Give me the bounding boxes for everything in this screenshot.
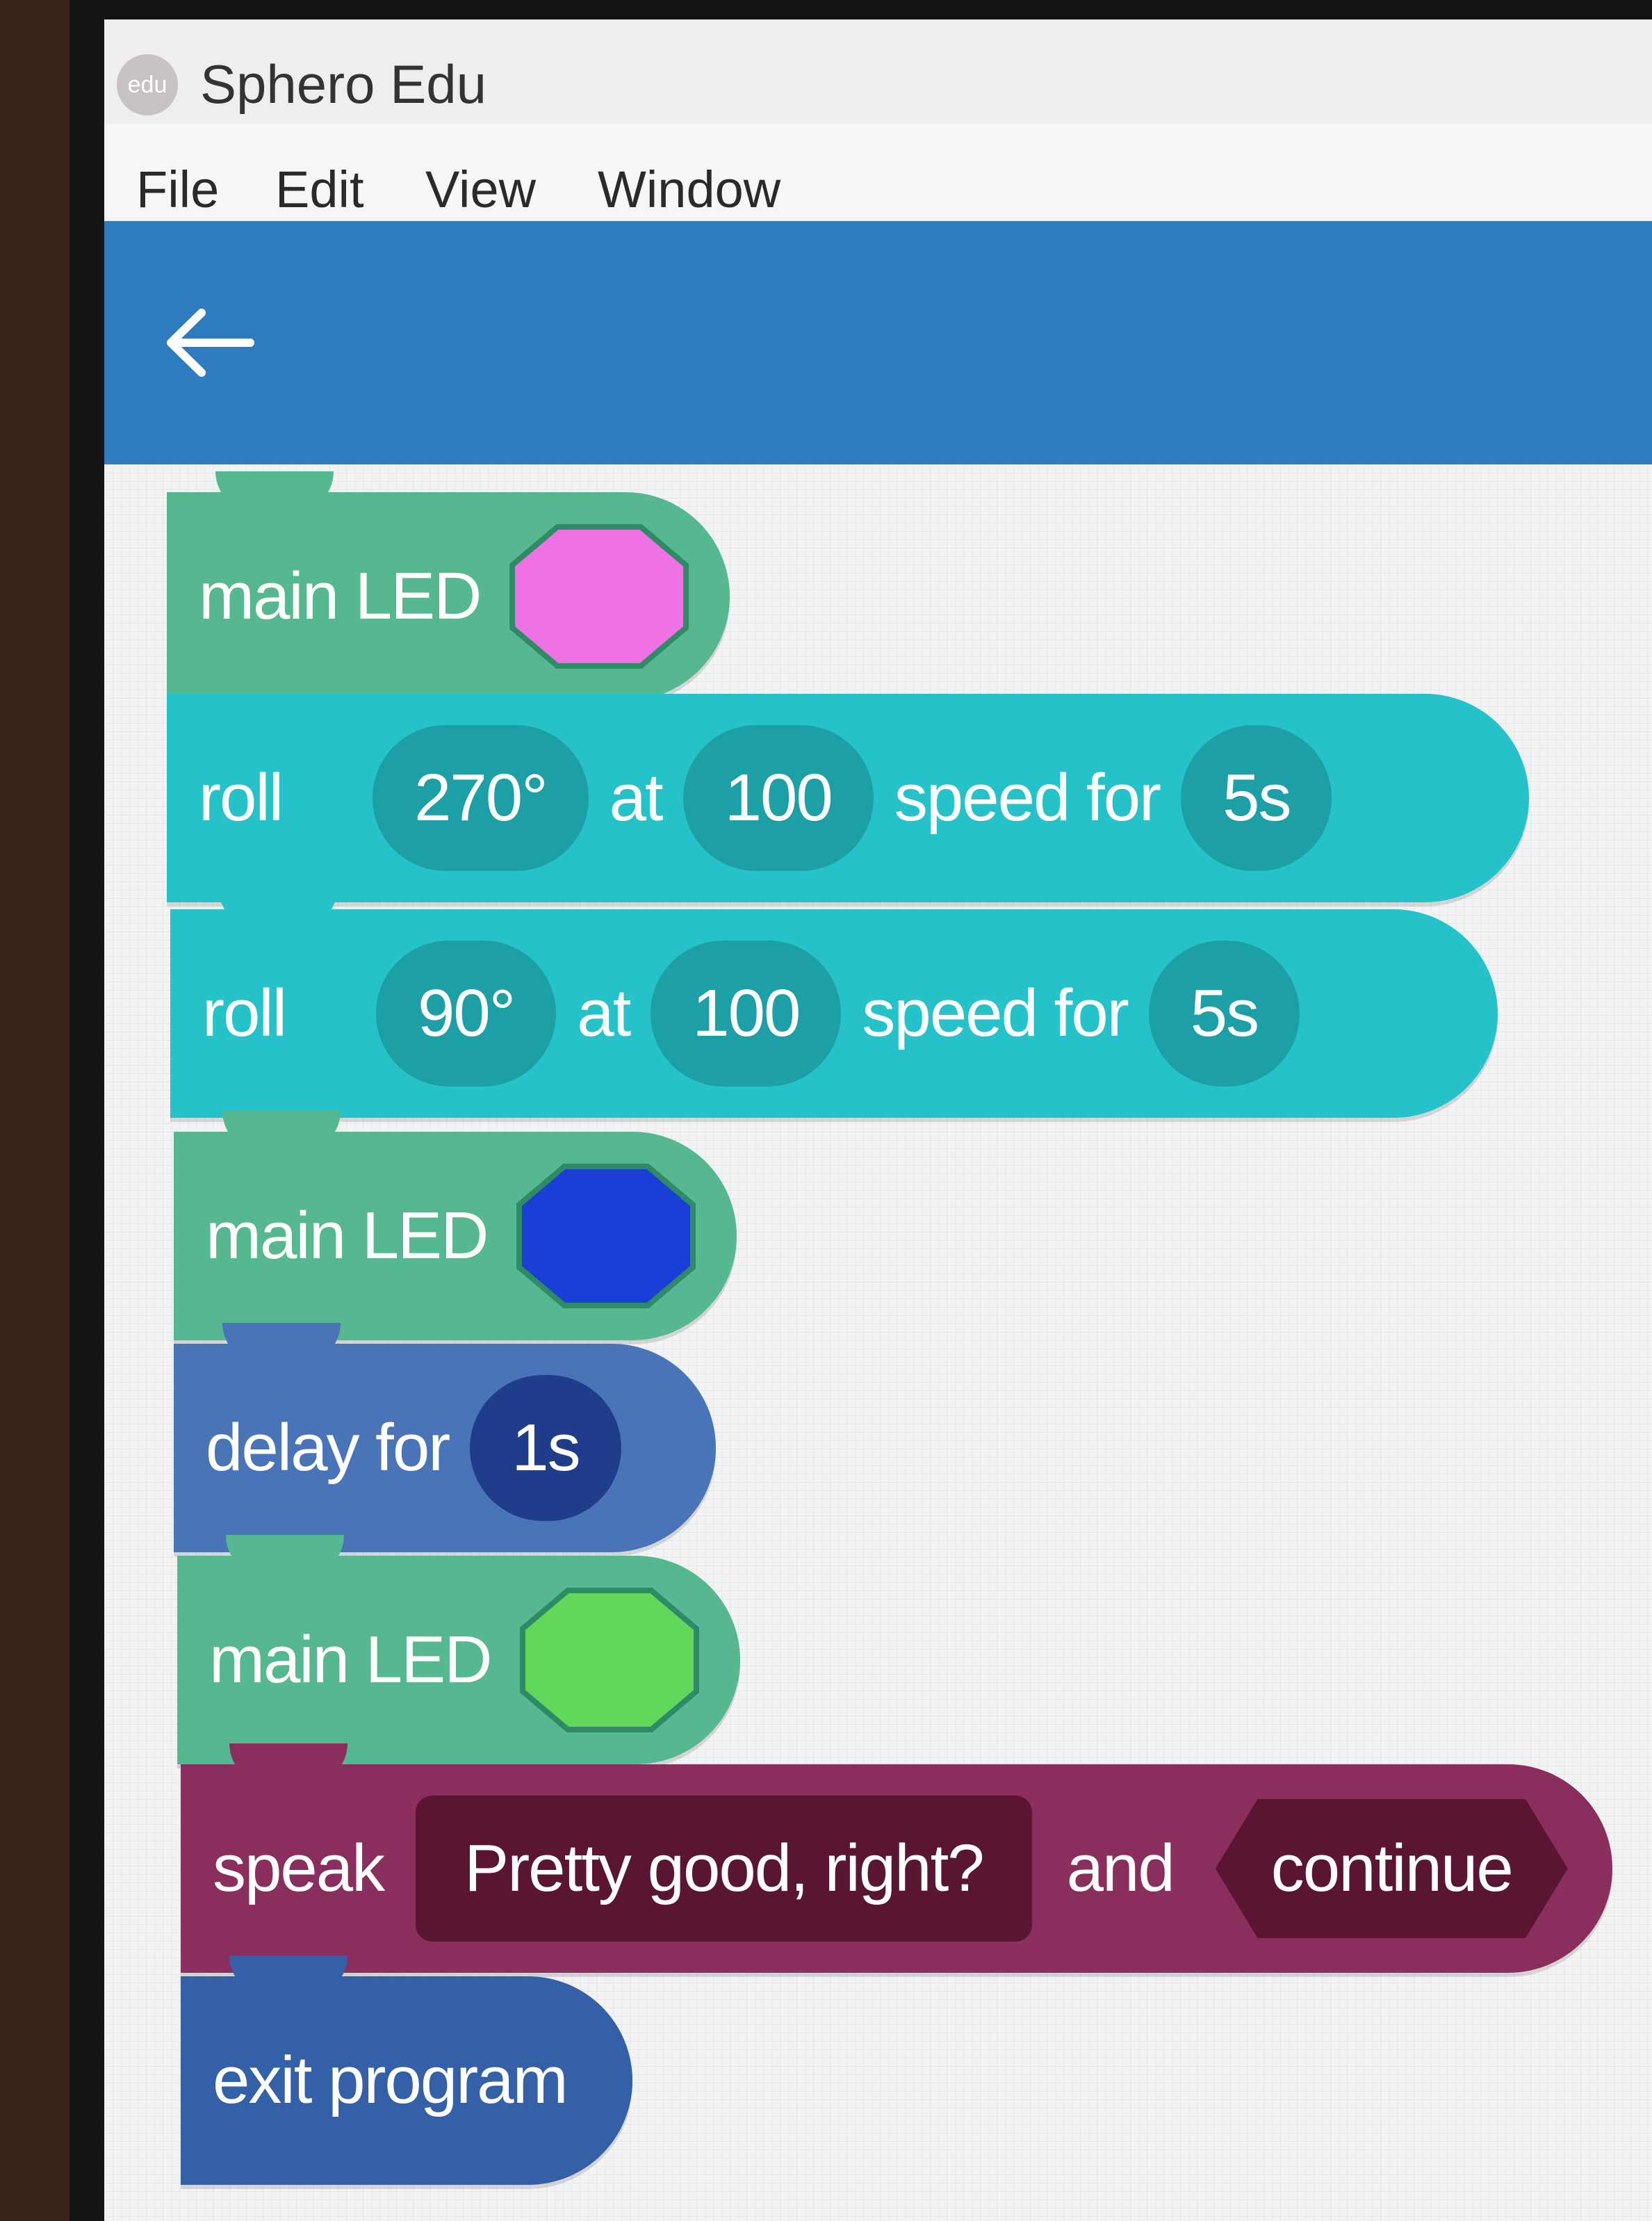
menu-file[interactable]: File [136, 160, 219, 219]
block-notch [226, 1535, 344, 1577]
block-label: roll [202, 976, 287, 1050]
back-arrow-icon[interactable] [160, 304, 257, 381]
block-notch [219, 888, 337, 930]
speak-mode-dropdown[interactable]: continue [1215, 1799, 1568, 1938]
menu-bar: File Edit View Window [104, 124, 1652, 235]
led-color-swatch[interactable] [519, 1587, 700, 1733]
block-notch [229, 1955, 347, 1997]
led-color-swatch[interactable] [516, 1163, 696, 1309]
delay-block[interactable]: delay for 1s [174, 1323, 716, 1552]
block-notch [229, 1743, 347, 1785]
menu-edit[interactable]: Edit [275, 160, 364, 219]
block-label: delay for [206, 1410, 450, 1485]
duration-input[interactable]: 5s [1181, 725, 1332, 871]
at-label: at [609, 760, 664, 835]
speak-block[interactable]: speak Pretty good, right? and continue [181, 1743, 1612, 1973]
exit-program-block[interactable]: exit program [181, 1955, 632, 2185]
roll-block[interactable]: roll 90° at 100 speed for 5s [170, 888, 1498, 1118]
speak-text-input[interactable]: Pretty good, right? [416, 1796, 1032, 1942]
main-led-block[interactable]: main LED [177, 1535, 740, 1764]
speed-input[interactable]: 100 [682, 725, 874, 871]
block-label: main LED [199, 559, 482, 633]
block-label: main LED [206, 1198, 489, 1273]
app-title: Sphero Edu [200, 54, 486, 115]
duration-input[interactable]: 5s [1148, 941, 1300, 1087]
block-label: main LED [209, 1622, 492, 1697]
duration-input[interactable]: 1s [470, 1375, 621, 1521]
block-notch [215, 471, 334, 513]
heading-input[interactable]: 90° [376, 941, 557, 1087]
speed-for-label: speed for [894, 760, 1161, 835]
app-logo-icon: edu [117, 54, 178, 115]
and-label: and [1066, 1831, 1175, 1905]
speed-for-label: speed for [862, 976, 1129, 1050]
menu-window[interactable]: Window [598, 160, 780, 219]
block-label: exit program [213, 2043, 569, 2117]
app-window: edu Sphero Edu File Edit View Window mai… [104, 19, 1652, 2221]
block-label: roll [199, 760, 284, 835]
block-notch [222, 1111, 341, 1153]
speed-input[interactable]: 100 [651, 941, 842, 1087]
app-header-bar [104, 221, 1652, 464]
main-led-block[interactable]: main LED [174, 1111, 737, 1340]
at-label: at [577, 976, 631, 1050]
block-notch [222, 1323, 341, 1365]
program-canvas[interactable]: main LED roll 270° at 100 speed for 5s r… [104, 464, 1652, 2221]
heading-input[interactable]: 270° [373, 725, 589, 871]
led-color-swatch[interactable] [509, 523, 689, 669]
roll-block[interactable]: roll 270° at 100 speed for 5s [167, 694, 1529, 902]
block-label: speak [213, 1831, 385, 1905]
menu-view[interactable]: View [425, 160, 536, 219]
main-led-block[interactable]: main LED [167, 471, 730, 701]
title-bar: edu Sphero Edu [104, 19, 1652, 124]
